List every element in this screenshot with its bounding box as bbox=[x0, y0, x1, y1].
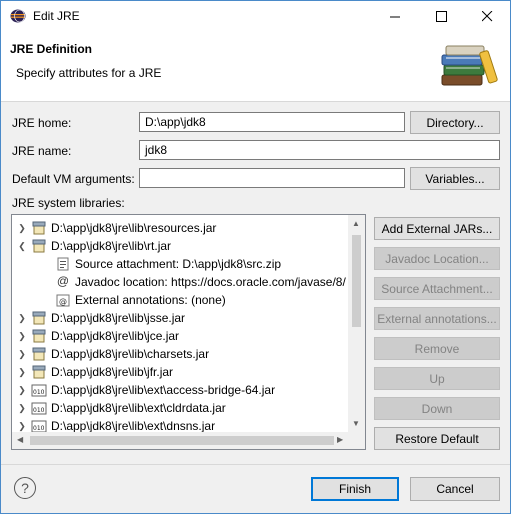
maximize-button[interactable] bbox=[418, 1, 464, 31]
expand-arrow-icon[interactable]: ❯ bbox=[16, 312, 28, 324]
expand-arrow-icon[interactable]: ❯ bbox=[16, 384, 28, 396]
tree-row-label: External annotations: (none) bbox=[75, 293, 226, 307]
down-button[interactable]: Down bbox=[374, 397, 500, 420]
svg-text:010: 010 bbox=[33, 389, 45, 396]
restore-default-button[interactable]: Restore Default bbox=[374, 427, 500, 450]
expand-arrow-icon[interactable]: ❯ bbox=[16, 420, 28, 432]
up-button[interactable]: Up bbox=[374, 367, 500, 390]
expand-arrow-icon[interactable]: ❯ bbox=[16, 366, 28, 378]
jar-icon bbox=[31, 364, 47, 380]
tree-row-label: D:\app\jdk8\jre\lib\rt.jar bbox=[51, 239, 172, 253]
jar-icon bbox=[31, 328, 47, 344]
libraries-tree[interactable]: ❯ D:\app\jdk8\jre\lib\resources.jar ❮ D:… bbox=[11, 214, 366, 450]
tree-row-jfr-jar[interactable]: ❯ D:\app\jdk8\jre\lib\jfr.jar bbox=[16, 363, 173, 381]
vertical-scrollbar[interactable]: ▲ ▼ bbox=[348, 215, 365, 433]
expand-arrow-icon[interactable]: ❯ bbox=[16, 222, 28, 234]
tree-row-javadoc-location[interactable]: @ Javadoc location: https://docs.oracle.… bbox=[55, 273, 346, 291]
scroll-corner bbox=[348, 432, 365, 449]
jre-home-label: JRE home: bbox=[12, 116, 72, 130]
books-icon bbox=[438, 41, 498, 91]
vm-args-field[interactable] bbox=[139, 168, 405, 188]
dialog-header: JRE Definition Specify attributes for a … bbox=[1, 31, 510, 102]
external-annotations-button[interactable]: External annotations... bbox=[374, 307, 500, 330]
minimize-button[interactable] bbox=[372, 1, 418, 31]
scroll-left-icon[interactable]: ◀ bbox=[17, 435, 23, 444]
title-bar: Edit JRE bbox=[1, 1, 510, 31]
tree-row-label: D:\app\jdk8\jre\lib\ext\access-bridge-64… bbox=[51, 383, 276, 397]
help-icon[interactable]: ? bbox=[14, 477, 36, 499]
expand-arrow-icon[interactable]: ❯ bbox=[16, 348, 28, 360]
tree-row-label: Javadoc location: https://docs.oracle.co… bbox=[75, 275, 346, 289]
help-icon-glyph: ? bbox=[21, 480, 29, 496]
jar-010-icon: 010 bbox=[31, 382, 47, 398]
scroll-right-icon[interactable]: ▶ bbox=[337, 435, 343, 444]
minimize-icon bbox=[389, 16, 400, 17]
add-external-jars-button[interactable]: Add External JARs... bbox=[374, 217, 500, 240]
jar-icon bbox=[31, 310, 47, 326]
vm-args-label: Default VM arguments: bbox=[12, 172, 135, 186]
tree-row-rt-jar[interactable]: ❮ D:\app\jdk8\jre\lib\rt.jar bbox=[16, 237, 171, 255]
jar-icon bbox=[31, 220, 47, 236]
expand-arrow-icon[interactable]: ❯ bbox=[16, 402, 28, 414]
tree-row-label: D:\app\jdk8\jre\lib\jce.jar bbox=[51, 329, 180, 343]
tree-row-label: D:\app\jdk8\jre\lib\charsets.jar bbox=[51, 347, 210, 361]
jar-icon bbox=[31, 238, 47, 254]
javadoc-location-button[interactable]: Javadoc Location... bbox=[374, 247, 500, 270]
jre-home-field[interactable]: D:\app\jdk8 bbox=[139, 112, 405, 132]
tree-row-label: D:\app\jdk8\jre\lib\ext\cldrdata.jar bbox=[51, 401, 226, 415]
javadoc-at-icon: @ bbox=[56, 274, 70, 288]
tree-row-label: Source attachment: D:\app\jdk8\src.zip bbox=[75, 257, 282, 271]
window-title: Edit JRE bbox=[33, 9, 80, 23]
tree-row-jsse-jar[interactable]: ❯ D:\app\jdk8\jre\lib\jsse.jar bbox=[16, 309, 185, 327]
header-subtitle: Specify attributes for a JRE bbox=[16, 66, 162, 80]
close-icon bbox=[481, 10, 492, 21]
tree-row-label: D:\app\jdk8\jre\lib\resources.jar bbox=[51, 221, 217, 235]
jar-icon bbox=[31, 346, 47, 362]
jre-name-label: JRE name: bbox=[12, 144, 72, 158]
horizontal-scrollbar[interactable]: ◀ ▶ bbox=[12, 432, 348, 449]
svg-text:@: @ bbox=[59, 297, 67, 306]
annotations-icon: @ bbox=[55, 292, 71, 308]
remove-button[interactable]: Remove bbox=[374, 337, 500, 360]
tree-row-external-annotations[interactable]: @ External annotations: (none) bbox=[55, 291, 226, 309]
tree-row-resources-jar[interactable]: ❯ D:\app\jdk8\jre\lib\resources.jar bbox=[16, 219, 216, 237]
horizontal-scroll-thumb[interactable] bbox=[30, 436, 334, 445]
variables-button[interactable]: Variables... bbox=[410, 167, 500, 190]
source-attachment-icon bbox=[55, 256, 71, 272]
header-title: JRE Definition bbox=[10, 42, 93, 56]
tree-row-label: D:\app\jdk8\jre\lib\jfr.jar bbox=[51, 365, 174, 379]
tree-row-source-attachment[interactable]: Source attachment: D:\app\jdk8\src.zip bbox=[55, 255, 281, 273]
cancel-button[interactable]: Cancel bbox=[410, 477, 500, 501]
jar-010-icon: 010 bbox=[31, 400, 47, 416]
tree-row-access-bridge-jar[interactable]: ❯ 010 D:\app\jdk8\jre\lib\ext\access-bri… bbox=[16, 381, 275, 399]
jre-name-field[interactable]: jdk8 bbox=[139, 140, 500, 160]
finish-button[interactable]: Finish bbox=[311, 477, 399, 501]
edit-jre-dialog: Edit JRE JRE Definition Specify attribut… bbox=[0, 0, 511, 514]
svg-text:010: 010 bbox=[33, 407, 45, 414]
scroll-down-icon[interactable]: ▼ bbox=[352, 419, 360, 428]
collapse-arrow-icon[interactable]: ❮ bbox=[16, 240, 28, 252]
directory-button[interactable]: Directory... bbox=[410, 111, 500, 134]
svg-text:010: 010 bbox=[33, 425, 45, 432]
maximize-icon bbox=[435, 10, 447, 22]
tree-row-cldrdata-jar[interactable]: ❯ 010 D:\app\jdk8\jre\lib\ext\cldrdata.j… bbox=[16, 399, 226, 417]
eclipse-icon bbox=[10, 9, 26, 23]
vertical-scroll-thumb[interactable] bbox=[352, 235, 361, 327]
tree-row-jce-jar[interactable]: ❯ D:\app\jdk8\jre\lib\jce.jar bbox=[16, 327, 179, 345]
close-button[interactable] bbox=[464, 1, 510, 31]
tree-row-label: D:\app\jdk8\jre\lib\jsse.jar bbox=[51, 311, 186, 325]
tree-row-charsets-jar[interactable]: ❯ D:\app\jdk8\jre\lib\charsets.jar bbox=[16, 345, 209, 363]
footer-separator bbox=[1, 464, 510, 465]
scroll-up-icon[interactable]: ▲ bbox=[352, 219, 360, 228]
expand-arrow-icon[interactable]: ❯ bbox=[16, 330, 28, 342]
source-attachment-button[interactable]: Source Attachment... bbox=[374, 277, 500, 300]
libraries-label: JRE system libraries: bbox=[12, 196, 125, 210]
tree-row-label: D:\app\jdk8\jre\lib\ext\dnsns.jar bbox=[51, 419, 216, 433]
